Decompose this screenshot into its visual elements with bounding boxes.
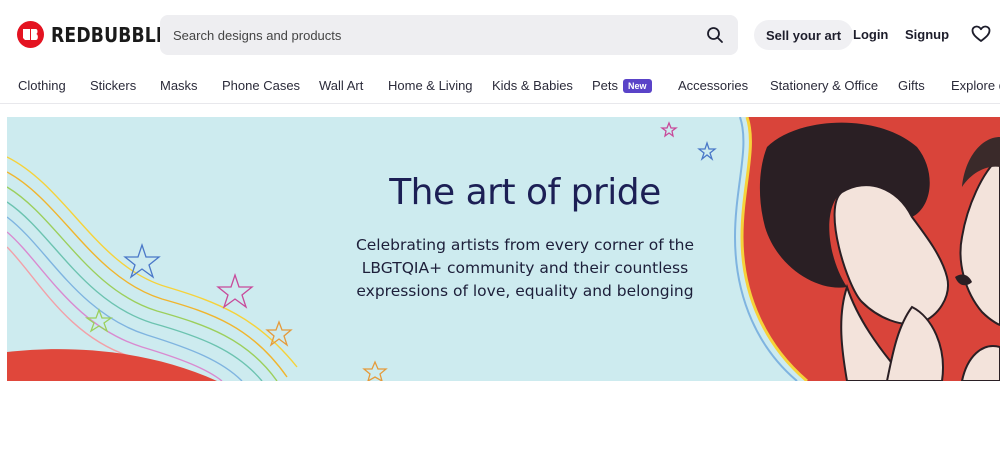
nav-item-gifts[interactable]: Gifts: [898, 78, 925, 93]
logo-icon: [17, 21, 44, 48]
search-input[interactable]: [173, 27, 705, 43]
nav-item-phone-cases[interactable]: Phone Cases: [222, 78, 300, 93]
nav-item-pets[interactable]: Pets New: [592, 78, 652, 93]
nav-item-kids-babies[interactable]: Kids & Babies: [492, 78, 573, 93]
banner-headline: The art of pride: [389, 172, 661, 213]
signup-link[interactable]: Signup: [905, 27, 949, 42]
rainbow-waves-decoration: [7, 156, 298, 381]
heart-icon[interactable]: [971, 25, 991, 48]
nav-item-explore-designs[interactable]: Explore designs: [951, 78, 1000, 93]
search-bar[interactable]: [160, 15, 738, 55]
category-nav: Clothing Stickers Masks Phone Cases Wall…: [0, 68, 1000, 104]
login-link[interactable]: Login: [853, 27, 888, 42]
nav-item-pets-label: Pets: [592, 78, 619, 93]
nav-item-stickers[interactable]: Stickers: [90, 78, 136, 93]
sell-your-art-button[interactable]: Sell your art: [754, 20, 854, 50]
nav-item-masks[interactable]: Masks: [160, 78, 198, 93]
nav-item-clothing[interactable]: Clothing: [18, 78, 66, 93]
hero-banner[interactable]: The art of pride Celebrating artists fro…: [7, 117, 1000, 381]
site-header: REDBUBBLE Sell your art Login Signup: [0, 0, 1000, 68]
banner-subtext: Celebrating artists from every corner of…: [355, 236, 695, 300]
red-wave-decoration: [7, 349, 217, 381]
search-icon[interactable]: [705, 25, 725, 45]
logo-text: REDBUBBLE: [51, 22, 168, 47]
nav-item-wall-art[interactable]: Wall Art: [319, 78, 363, 93]
nav-item-accessories[interactable]: Accessories: [678, 78, 748, 93]
nav-item-stationery-office[interactable]: Stationery & Office: [770, 78, 878, 93]
new-badge: New: [623, 79, 652, 93]
nav-item-home-living[interactable]: Home & Living: [388, 78, 473, 93]
